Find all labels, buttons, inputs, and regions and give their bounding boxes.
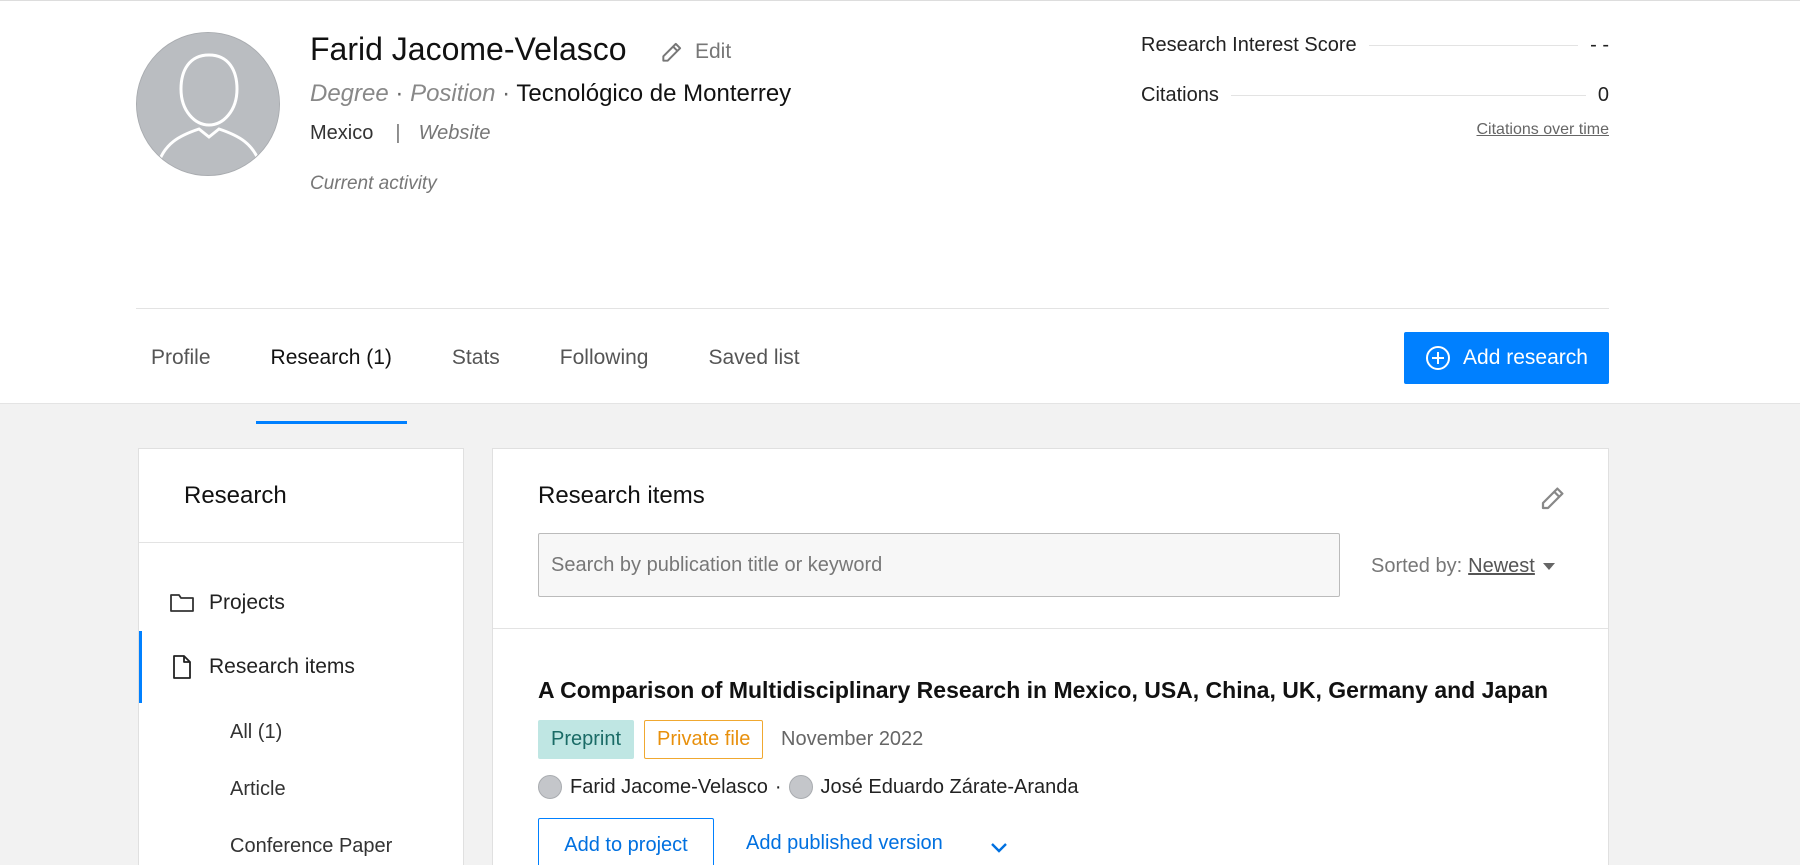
research-sidebar: Research Projects Research items All (1)… xyxy=(138,448,464,865)
profile-location: Mexico | Website xyxy=(310,122,490,145)
research-items-panel: Research items Sorted by: Newest A Compa… xyxy=(492,448,1609,865)
add-to-project-button[interactable]: Add to project xyxy=(538,818,714,865)
citations-row: Citations 0 xyxy=(1141,84,1609,107)
person-silhouette-icon xyxy=(137,33,279,175)
sidebar-title: Research xyxy=(139,449,463,543)
citations-value: 0 xyxy=(1597,84,1609,106)
edit-label: Edit xyxy=(695,40,732,63)
pipe-separator: | xyxy=(395,122,401,144)
add-published-version-button[interactable]: Add published version xyxy=(746,832,943,855)
add-research-button[interactable]: Add research xyxy=(1404,332,1609,384)
country-label: Mexico xyxy=(310,122,374,144)
sidebar-item-label: Projects xyxy=(209,591,285,614)
filter-all[interactable]: All (1) xyxy=(230,721,282,744)
chevron-down-icon[interactable] xyxy=(987,835,1011,859)
profile-affiliation: Degree · Position · Tecnológico de Monte… xyxy=(310,80,791,108)
current-activity-field[interactable]: Current activity xyxy=(310,173,437,195)
author-list: Farid Jacome-Velasco · José Eduardo Zára… xyxy=(538,775,1078,799)
panel-title: Research items xyxy=(538,482,705,509)
sidebar-item-research-items[interactable]: Research items xyxy=(139,631,463,703)
tab-research[interactable]: Research (1) xyxy=(255,331,408,424)
profile-name: Farid Jacome-Velasco xyxy=(310,31,627,67)
author-avatar xyxy=(538,775,562,799)
preprint-badge: Preprint xyxy=(538,720,635,759)
pencil-icon xyxy=(662,42,682,62)
leader-line xyxy=(1230,95,1586,96)
folder-icon xyxy=(170,594,194,612)
author-avatar xyxy=(788,775,813,799)
profile-header: Farid Jacome-Velasco Edit Degree · Posit… xyxy=(0,0,1800,424)
header-divider xyxy=(136,308,1609,309)
website-field[interactable]: Website xyxy=(419,122,491,144)
sort-value[interactable]: Newest xyxy=(1468,555,1535,578)
tab-following[interactable]: Following xyxy=(545,331,664,405)
sidebar-item-label: Research items xyxy=(209,655,355,678)
tab-profile[interactable]: Profile xyxy=(136,331,226,405)
tab-saved-list[interactable]: Saved list xyxy=(694,331,815,405)
author-separator: · xyxy=(774,775,782,798)
document-icon xyxy=(173,655,191,679)
separator: · xyxy=(395,80,404,107)
search-input[interactable] xyxy=(538,533,1340,597)
caret-down-icon xyxy=(1542,563,1555,570)
filter-conference-paper[interactable]: Conference Paper xyxy=(230,835,392,858)
research-interest-value: - - xyxy=(1590,34,1609,56)
add-research-label: Add research xyxy=(1463,346,1588,369)
research-interest-score-row: Research Interest Score - - xyxy=(1141,34,1609,57)
position-field[interactable]: Position xyxy=(410,80,495,107)
plus-circle-icon xyxy=(1426,346,1451,370)
edit-profile-button[interactable]: Edit xyxy=(659,39,731,65)
research-interest-label: Research Interest Score xyxy=(1141,34,1357,56)
leader-line xyxy=(1368,45,1579,46)
profile-tabs: Profile Research (1) Stats Following Sav… xyxy=(136,331,845,424)
profile-avatar[interactable] xyxy=(136,32,280,176)
sort-label: Sorted by: xyxy=(1371,555,1463,577)
citations-label: Citations xyxy=(1141,84,1219,106)
sort-dropdown[interactable]: Sorted by: Newest xyxy=(1371,555,1555,578)
separator: · xyxy=(502,80,511,107)
filter-article[interactable]: Article xyxy=(230,778,286,801)
private-file-badge: Private file xyxy=(644,720,764,759)
pencil-icon[interactable] xyxy=(1538,483,1568,513)
tab-stats[interactable]: Stats xyxy=(437,331,515,405)
author-name[interactable]: José Eduardo Zárate-Aranda xyxy=(821,776,1079,799)
sidebar-item-projects[interactable]: Projects xyxy=(139,567,463,639)
publication-title[interactable]: A Comparison of Multidisciplinary Resear… xyxy=(538,677,1548,704)
publication-date: November 2022 xyxy=(781,728,924,750)
degree-field[interactable]: Degree xyxy=(310,80,389,107)
panel-divider xyxy=(493,628,1608,629)
author-name[interactable]: Farid Jacome-Velasco xyxy=(570,776,768,799)
citations-over-time-link[interactable]: Citations over time xyxy=(1458,121,1610,139)
institution-link[interactable]: Tecnológico de Monterrey xyxy=(516,80,791,107)
